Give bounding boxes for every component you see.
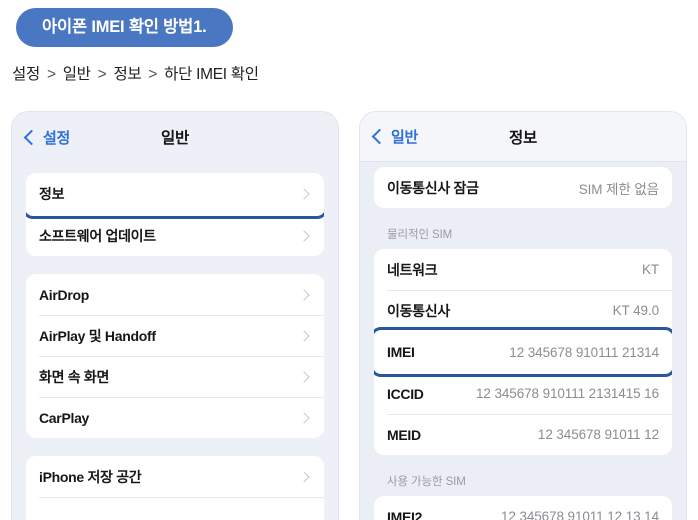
right-row-meid[interactable]: MEID 12 345678 91011 12 [374,414,672,455]
section-label-available-sim: 사용 가능한 SIM [387,476,466,488]
section-label-physical-sim: 물리적인 SIM [387,229,453,241]
right-row-imei-wrapper: IMEI 12 345678 910111 21314 [374,327,672,377]
left-row-info-wrapper: 정보 [26,173,324,219]
chevron-right-icon [298,411,310,424]
right-group-carrier-lock: 이동통신사 잠금 SIM 제한 없음 [374,167,672,208]
left-row-airdrop-label: AirDrop [39,286,90,303]
right-row-imei-value: 12 345678 910111 21314 [509,344,659,360]
breadcrumb-item-1: 일반 [62,66,91,83]
left-group-storage: iPhone 저장 공간 [26,456,324,520]
breadcrumb-item-2: 정보 [113,66,142,83]
right-row-iccid-value: 12 345678 910111 2131415 16 [476,386,659,401]
right-scroll-area[interactable]: 이동통신사 잠금 SIM 제한 없음 물리적인 SIM 네트워크 KT 이동통신… [360,167,686,520]
chevron-right-icon [298,229,310,242]
chevron-left-icon [371,128,388,145]
right-row-iccid-label: ICCID [387,385,424,402]
left-nav-bar: 설정 일반 [12,112,338,162]
right-row-meid-label: MEID [387,426,421,443]
right-row-carrier-value: KT 49.0 [612,303,659,318]
right-row-network[interactable]: 네트워크 KT [374,249,672,290]
right-row-carrier-lock-label: 이동통신사 잠금 [387,179,479,196]
breadcrumb-item-3: 하단 IMEI 확인 [164,66,259,83]
right-group-available-sim: IMEI2 12 345678 91011 12 13 14 [374,496,672,520]
left-row-airdrop[interactable]: AirDrop [26,274,324,315]
left-row-picture-in-picture[interactable]: 화면 속 화면 [26,356,324,397]
left-row-software-update-label: 소프트웨어 업데이트 [39,227,156,244]
right-row-carrier-lock-value: SIM 제한 없음 [578,181,659,197]
left-row-iphone-storage-label: iPhone 저장 공간 [39,468,142,485]
left-row-iphone-storage[interactable]: iPhone 저장 공간 [26,456,324,497]
right-phone-screen: 일반 정보 이동통신사 잠금 SIM 제한 없음 물리적인 SIM 네트워크 K… [360,112,686,520]
breadcrumb: 설정 > 일반 > 정보 > 하단 IMEI 확인 [12,62,259,84]
left-row-software-update[interactable]: 소프트웨어 업데이트 [26,215,324,256]
right-row-imei[interactable]: IMEI 12 345678 910111 21314 [374,331,672,373]
left-top-spacer [26,162,324,173]
chevron-right-icon [298,188,310,200]
breadcrumb-separator-0: > [46,66,56,83]
left-row-info-label: 정보 [39,186,65,202]
right-row-imei2-value: 12 345678 91011 12 13 14 [500,509,659,520]
left-back-label: 설정 [43,129,71,147]
left-group-sharing: AirDrop AirPlay 및 Handoff 화면 속 화면 CarPla… [26,274,324,438]
left-row-picture-in-picture-label: 화면 속 화면 [39,368,110,385]
right-row-imei-label: IMEI [387,344,415,360]
right-row-carrier-lock[interactable]: 이동통신사 잠금 SIM 제한 없음 [374,167,672,208]
right-row-iccid[interactable]: ICCID 12 345678 910111 2131415 16 [374,373,672,414]
right-row-carrier[interactable]: 이동통신사 KT 49.0 [374,290,672,331]
left-back-button[interactable]: 설정 [23,127,71,148]
left-row-info[interactable]: 정보 [26,173,324,215]
right-row-meid-value: 12 345678 91011 12 [537,427,659,442]
left-row-airplay-handoff-label: AirPlay 및 Handoff [39,327,156,344]
breadcrumb-item-0: 설정 [12,66,40,83]
right-nav-bar: 일반 정보 [360,112,686,162]
right-group-physical-sim: 네트워크 KT 이동통신사 KT 49.0 IMEI 12 345678 910… [374,249,672,455]
right-row-network-label: 네트워크 [387,261,438,278]
left-group-system: 정보 소프트웨어 업데이트 [26,173,324,256]
breadcrumb-separator-1: > [97,66,107,83]
right-back-button[interactable]: 일반 [371,126,419,147]
chevron-left-icon [23,129,40,145]
page-title-badge-container: 아이폰 IMEI 확인 방법1. [16,8,233,48]
chevron-right-icon [298,329,310,342]
chevron-right-icon [298,470,310,483]
chevron-right-icon [298,288,310,301]
right-row-imei2[interactable]: IMEI2 12 345678 91011 12 13 14 [374,496,672,520]
breadcrumb-separator-2: > [148,66,158,83]
left-scroll-area[interactable]: 정보 소프트웨어 업데이트 AirDrop AirPlay 및 Handoff [12,162,338,520]
page-title-badge: 아이폰 IMEI 확인 방법1. [16,8,233,48]
right-row-network-value: KT [641,262,659,277]
left-row-carplay[interactable]: CarPlay [26,397,324,438]
chevron-right-icon [298,370,310,383]
left-row-carplay-label: CarPlay [39,409,90,426]
left-row-airplay-handoff[interactable]: AirPlay 및 Handoff [26,315,324,356]
phone-screenshots-row: 설정 일반 정보 소프트웨어 업데이트 AirDrop AirPlay 및 Ha… [0,112,698,520]
left-row-partial-next[interactable] [26,497,324,520]
right-back-label: 일반 [391,129,419,146]
right-row-carrier-label: 이동통신사 [387,302,450,319]
left-phone-screen: 설정 일반 정보 소프트웨어 업데이트 AirDrop AirPlay 및 Ha… [12,112,338,520]
right-row-imei2-label: IMEI2 [387,508,423,520]
